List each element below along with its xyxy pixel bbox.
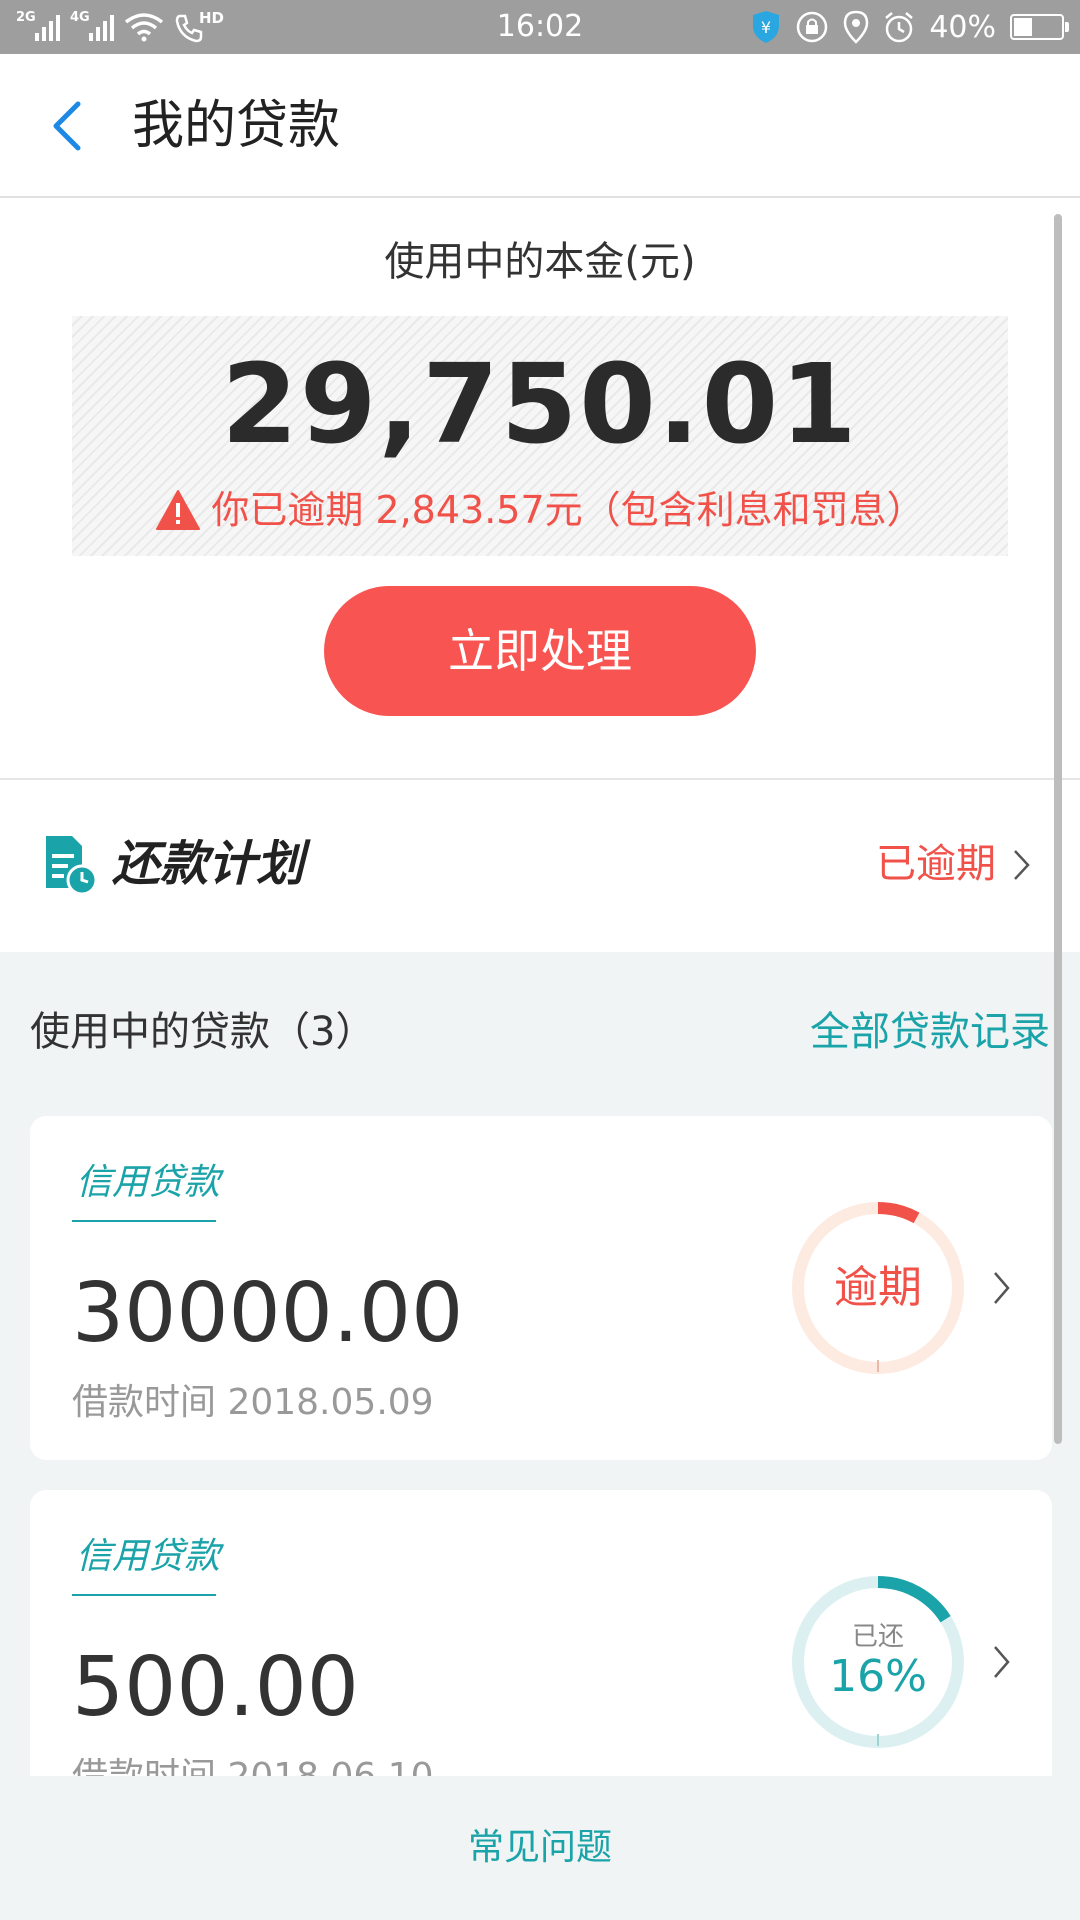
status-right: ¥ 40% bbox=[751, 6, 1069, 48]
principal-label: 使用中的本金(元) bbox=[384, 239, 696, 285]
overdue-text: 你已逾期 2,843.57元（包含利息和罚息） bbox=[211, 488, 925, 532]
repayment-plan-row[interactable]: 还款计划 已逾期 bbox=[0, 780, 1080, 952]
overdue-notice: 你已逾期 2,843.57元（包含利息和罚息） bbox=[72, 486, 1008, 534]
alarm-icon bbox=[885, 12, 914, 43]
loan-card[interactable]: 信用贷款 500.00 借款时间 2018.06.10 已还 16% bbox=[30, 1490, 1052, 1776]
principal-panel: 29,750.01 你已逾期 2,843.57元（包含利息和罚息） bbox=[72, 316, 1008, 556]
svg-text:¥: ¥ bbox=[761, 18, 771, 37]
loan-list[interactable]: 信用贷款 30000.00 借款时间 2018.05.09 逾期 信用贷款 50… bbox=[0, 1112, 1080, 1776]
all-loan-records-link[interactable]: 全部贷款记录 bbox=[810, 1006, 1050, 1058]
header-bar: 我的贷款 bbox=[0, 54, 1080, 198]
back-arrow-icon[interactable] bbox=[44, 96, 90, 156]
loan-amount: 30000.00 bbox=[72, 1266, 464, 1361]
location-icon bbox=[844, 10, 869, 44]
lock-rotation-icon bbox=[797, 11, 828, 43]
chevron-right-icon bbox=[994, 1646, 1010, 1678]
loan-date: 借款时间 2018.06.10 bbox=[72, 1754, 434, 1776]
chevron-right-icon bbox=[1014, 850, 1030, 880]
loan-type: 信用贷款 bbox=[76, 1536, 221, 1577]
repayment-plan-title: 还款计划 bbox=[112, 836, 305, 892]
faq-link[interactable]: 常见问题 bbox=[0, 1824, 1080, 1872]
overdue-label: 逾期 bbox=[834, 1262, 922, 1313]
loan-type-underline bbox=[72, 1594, 216, 1596]
ring-label-wrap: 已还 16% bbox=[790, 1574, 966, 1750]
loans-section-header: 使用中的贷款（3） 全部贷款记录 bbox=[0, 952, 1080, 1112]
shield-yen-icon: ¥ bbox=[753, 11, 780, 43]
status-bar: 2G 4G HD 16:02 ¥ 40% bbox=[0, 0, 1080, 54]
ring-label-wrap: 逾期 bbox=[790, 1200, 966, 1376]
repayment-plan-icon bbox=[46, 836, 98, 896]
repayment-plan-status: 已逾期 bbox=[876, 841, 996, 887]
process-now-button[interactable]: 立即处理 bbox=[324, 586, 756, 716]
loan-type-underline bbox=[72, 1220, 216, 1222]
principal-summary: 使用中的本金(元) 29,750.01 你已逾期 2,843.57元（包含利息和… bbox=[0, 198, 1080, 780]
loans-in-use-title: 使用中的贷款（3） bbox=[30, 1009, 376, 1055]
footer-bar: 常见问题 bbox=[0, 1776, 1080, 1920]
battery-icon bbox=[1010, 14, 1069, 40]
page-title: 我的贷款 bbox=[132, 96, 341, 156]
loan-amount: 500.00 bbox=[72, 1640, 359, 1735]
loan-date: 借款时间 2018.05.09 bbox=[72, 1382, 434, 1423]
principal-amount: 29,750.01 bbox=[221, 340, 859, 468]
loan-type: 信用贷款 bbox=[76, 1162, 221, 1203]
battery-percent: 40% bbox=[929, 9, 996, 45]
repaid-label: 已还 bbox=[851, 1622, 904, 1652]
scrollbar[interactable] bbox=[1054, 214, 1062, 1444]
warning-icon bbox=[156, 490, 201, 530]
loan-card[interactable]: 信用贷款 30000.00 借款时间 2018.05.09 逾期 bbox=[30, 1116, 1052, 1460]
chevron-right-icon bbox=[994, 1272, 1010, 1304]
repaid-percent: 16% bbox=[829, 1651, 927, 1702]
